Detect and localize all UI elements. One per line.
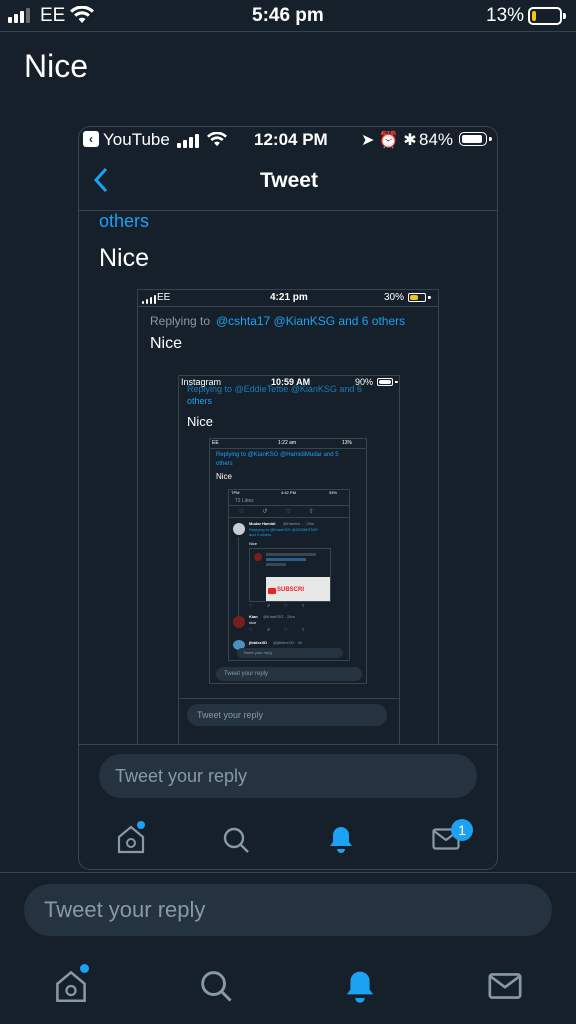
tweet-actions-icons: ♡↺♡⇧ bbox=[239, 509, 332, 515]
back-arrow-icon: ‹ bbox=[83, 131, 99, 147]
wifi-icon bbox=[70, 6, 94, 24]
subscribe-text: SUBSCRI bbox=[277, 587, 305, 593]
reply-text: nice bbox=[249, 620, 257, 625]
status-time: 4:42 PM bbox=[281, 490, 296, 495]
battery-icon bbox=[377, 378, 398, 386]
reply-actions-icons: ♡↺♡⇧ bbox=[249, 603, 319, 608]
nested-image: TPM 4:42 PM 33% 72 Likes ♡↺♡⇧ Mudar Hami… bbox=[228, 489, 350, 661]
replying-line1: Replying to @KianKSG @HamidiMudar and 5 bbox=[216, 452, 339, 458]
status-time: 5:46 pm bbox=[252, 5, 324, 26]
carrier-label: TPM bbox=[231, 490, 240, 495]
battery-icon bbox=[408, 293, 431, 302]
replying-line2: others bbox=[216, 461, 233, 467]
replying-label: Replying to bbox=[150, 314, 211, 328]
avatar bbox=[233, 616, 245, 628]
signal-icon bbox=[177, 134, 199, 148]
reply-author: Kian bbox=[249, 614, 258, 619]
battery-percent: 30% bbox=[384, 292, 405, 303]
reply-input: Tweet your reply bbox=[216, 667, 362, 681]
back-app-label: YouTube bbox=[103, 130, 170, 149]
youtube-thumbnail: SUBSCRI bbox=[266, 577, 330, 601]
wifi-icon bbox=[207, 132, 227, 147]
reply-meta: @jibblezXD · 3h bbox=[273, 640, 302, 645]
avatar bbox=[254, 553, 262, 561]
nested-image: EE 1:22 am 13% Replying to @KianKSG @Ham… bbox=[209, 438, 367, 684]
battery-percent: 13% bbox=[486, 5, 525, 26]
nested-image: Instagram 10:59 AM 90% Replying to @Eddi… bbox=[178, 375, 400, 744]
youtube-icon bbox=[268, 588, 276, 594]
reply-meta: @KianKSG · 24m bbox=[263, 614, 295, 619]
reply-others-link[interactable]: others bbox=[99, 211, 149, 232]
location-alarm-bluetooth-icons: ➤ ⏰ ✱ bbox=[361, 132, 417, 149]
reply-input: Tweet your reply bbox=[237, 648, 343, 658]
status-bar: EE 5:46 pm 13% bbox=[0, 0, 576, 32]
notification-dot bbox=[137, 821, 145, 829]
battery-percent: 13% bbox=[342, 440, 353, 446]
home-icon[interactable] bbox=[54, 969, 88, 1003]
carrier-label: EE bbox=[212, 440, 219, 446]
bell-icon[interactable] bbox=[327, 824, 355, 854]
battery-icon bbox=[459, 132, 492, 146]
nested-image: EE 4:21 pm 30% Replying to @cshta17 @Kia… bbox=[137, 289, 439, 744]
battery-icon bbox=[528, 7, 566, 25]
carrier-label: EE bbox=[157, 292, 171, 303]
cut-off-line: Replying to @EddieTettie @KianKSG and 6 bbox=[187, 384, 362, 394]
reply-text: Nice bbox=[249, 541, 258, 546]
reply-actions-icons: ♡↺♡⇧ bbox=[249, 627, 319, 632]
reply-author: Mudar Hamidi bbox=[249, 521, 276, 526]
status-divider bbox=[0, 31, 576, 32]
mail-icon[interactable] bbox=[488, 972, 522, 1000]
battery-percent: 33% bbox=[329, 490, 338, 495]
tweet-text: Nice bbox=[99, 244, 150, 272]
reply-author: jibblezXD bbox=[249, 640, 268, 645]
reply-input[interactable]: Tweet your reply bbox=[24, 884, 552, 936]
signal-icon bbox=[8, 8, 30, 23]
quoted-tweet: SUBSCRI bbox=[249, 548, 331, 602]
replying-handles: @cshta17 @KianKSG and 6 others bbox=[216, 314, 406, 328]
likes-count: 72 Likes bbox=[235, 498, 254, 504]
tweet-text: Nice bbox=[24, 48, 89, 84]
header-title: Tweet bbox=[260, 169, 318, 192]
avatar bbox=[233, 523, 245, 535]
reply-replying: Replying to @KianKSG @XDSMSTAR and 4 oth… bbox=[249, 527, 318, 537]
signal-icon bbox=[142, 295, 156, 304]
reply-meta: @Hamidi... · 25m bbox=[283, 521, 315, 526]
notification-dot bbox=[80, 964, 89, 973]
reply-others-link: others bbox=[187, 396, 213, 406]
status-time: 1:22 am bbox=[278, 440, 297, 446]
tweet-text: Nice bbox=[150, 335, 183, 352]
tweet-image[interactable]: ‹ YouTube 12:04 PM ➤ ⏰ ✱ 84% Tweet other… bbox=[78, 126, 498, 870]
bell-icon[interactable] bbox=[343, 968, 377, 1004]
status-time: 4:21 pm bbox=[270, 292, 308, 303]
tweet-text: Nice bbox=[187, 414, 214, 429]
reply-input[interactable]: Tweet your reply bbox=[99, 754, 477, 798]
message-badge: 1 bbox=[451, 819, 473, 841]
status-time: 12:04 PM bbox=[254, 130, 328, 149]
carrier-label: EE bbox=[40, 5, 66, 26]
search-icon[interactable] bbox=[222, 826, 250, 854]
reply-input: Tweet your reply bbox=[187, 704, 387, 726]
tweet-text: Nice bbox=[216, 472, 233, 481]
battery-percent: 84% bbox=[419, 130, 454, 149]
search-icon[interactable] bbox=[199, 969, 233, 1003]
